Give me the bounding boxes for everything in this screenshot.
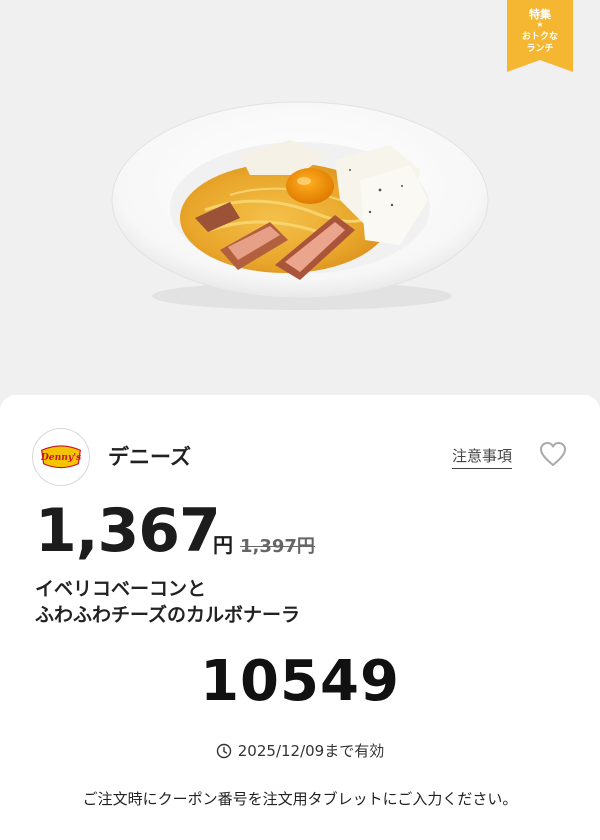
heart-outline-icon[interactable]	[538, 440, 568, 468]
clock-icon	[216, 743, 231, 759]
product-name-line1: イベリコベーコンと	[35, 578, 207, 600]
logo-text: Denny's	[40, 452, 81, 463]
ribbon-subtitle-line1: おトクな	[521, 32, 558, 42]
ribbon-subtitle: おトクな ランチ	[507, 31, 573, 55]
product-name: イベリコベーコンと ふわふわチーズのカルボナーラ	[35, 576, 575, 628]
current-price: 1,367	[35, 496, 221, 566]
hero-image-area: 特集 ★ おトクな ランチ	[0, 0, 600, 395]
notes-link[interactable]: 注意事項	[452, 445, 513, 469]
usage-instruction: ご注文時にクーポン番号を注文用タブレットにご入力ください。	[82, 790, 518, 808]
validity-text: 2025/12/09まで有効	[237, 742, 385, 760]
validity-row: 2025/12/09まで有効	[0, 740, 600, 761]
star-icon: ★	[536, 20, 544, 29]
ribbon-subtitle-line2: ランチ	[526, 44, 554, 54]
product-name-line2: ふわふわチーズのカルボナーラ	[35, 604, 301, 626]
dennys-logo[interactable]: Denny's	[32, 428, 90, 486]
original-price: 1,397円	[240, 536, 315, 557]
carbonara-dish-photo	[111, 101, 489, 310]
featured-ribbon[interactable]: 特集 ★ おトクな ランチ	[507, 0, 573, 72]
coupon-code: 10549	[200, 649, 400, 714]
brand-name[interactable]: デニーズ	[108, 441, 191, 471]
yen-unit: 円	[213, 533, 233, 557]
